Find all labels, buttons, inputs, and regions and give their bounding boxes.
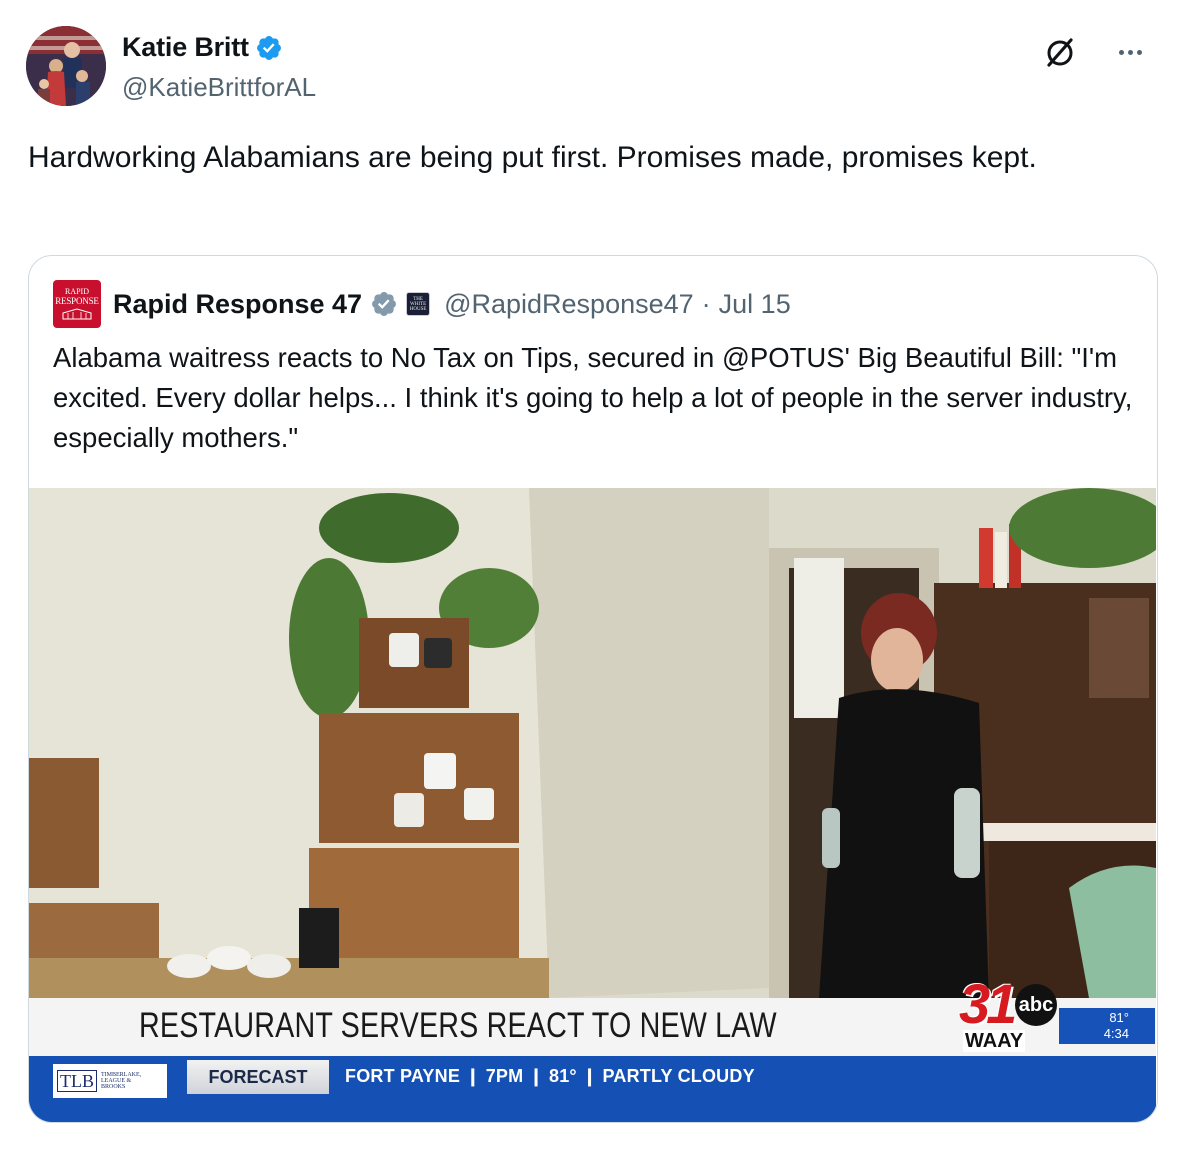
- more-dot: [1136, 49, 1142, 55]
- author-avatar[interactable]: [26, 26, 106, 106]
- avatar-photo: [26, 26, 106, 106]
- clock-time: 4:34: [1103, 1026, 1129, 1041]
- quoted-tweet-text: Alabama waitress reacts to No Tax on Tip…: [53, 342, 1133, 453]
- sponsor-logo: TLB TIMBERLAKE, LEAGUE & BROOKS: [53, 1064, 167, 1098]
- video-player[interactable]: RESTAURANT SERVERS REACT TO NEW LAW 31 a…: [29, 488, 1156, 1122]
- sponsor-mark: TLB: [57, 1070, 97, 1092]
- news-ticker: TLB TIMBERLAKE, LEAGUE & BROOKS FORECAST F…: [29, 1056, 1156, 1122]
- news-headline: RESTAURANT SERVERS REACT TO NEW LAW: [139, 1006, 777, 1045]
- separator: ·: [701, 288, 711, 319]
- station-number: 31: [959, 972, 1017, 1035]
- quoted-date[interactable]: Jul 15: [719, 289, 791, 320]
- tweet-header: Katie Britt @KatieBrittforAL: [26, 26, 1156, 106]
- temperature: 81°: [1109, 1010, 1129, 1025]
- affiliation-text: THE WHITE HOUSE: [410, 297, 427, 312]
- sponsor-name-3: BROOKS: [101, 1084, 126, 1090]
- quoted-avatar-text-2: RESPONSE: [55, 296, 99, 306]
- white-house-icon: [62, 308, 92, 320]
- gray-verified-badge-icon[interactable]: [370, 290, 398, 318]
- more-dot: [1127, 49, 1133, 55]
- quoted-avatar[interactable]: RAPID RESPONSE: [53, 280, 101, 328]
- temp-time-box: 81° 4:34: [1059, 1008, 1155, 1044]
- grok-icon[interactable]: [1040, 32, 1080, 72]
- call-sign: WAAY: [963, 1030, 1026, 1052]
- station-bug: 31 abc WAAY 81° 4:34: [959, 974, 1155, 1056]
- ticker-text: FORT PAYNE ❙ 7PM ❙ 81° ❙ PARTLY CLOUDY: [345, 1066, 755, 1086]
- forecast-tab: FORECAST: [187, 1060, 329, 1094]
- quoted-avatar-text-1: RAPID: [64, 287, 89, 296]
- sponsor-name: TIMBERLAKE, LEAGUE & BROOKS: [101, 1072, 141, 1090]
- quoted-display-name[interactable]: Rapid Response 47: [113, 289, 362, 320]
- author-display-name[interactable]: Katie Britt: [122, 32, 249, 63]
- affiliation-line-3: HOUSE: [409, 306, 427, 312]
- network-logo: abc: [1015, 984, 1057, 1026]
- verified-badge-icon[interactable]: [255, 34, 283, 62]
- quoted-handle[interactable]: @RapidResponse47: [444, 289, 694, 320]
- more-icon[interactable]: [1110, 32, 1150, 72]
- author-handle[interactable]: @KatieBrittforAL: [122, 72, 316, 103]
- more-dot: [1118, 49, 1124, 55]
- white-house-affiliation-icon[interactable]: THE WHITE HOUSE: [406, 292, 431, 316]
- tweet-text: Hardworking Alabamians are being put fir…: [28, 141, 1037, 174]
- quoted-tweet-header: RAPID RESPONSE Rapid Response 47 THE WHIT…: [53, 280, 791, 328]
- quoted-tweet[interactable]: RAPID RESPONSE Rapid Response 47 THE WHIT…: [28, 255, 1158, 1123]
